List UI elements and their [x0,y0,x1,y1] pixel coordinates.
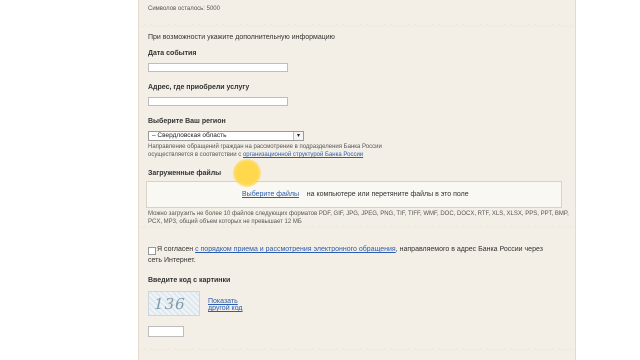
address-label: Адрес, где приобрели услугу [148,84,250,91]
form-panel [138,0,576,360]
region-select[interactable]: – Свердловская область ▾ [148,131,304,141]
region-note-line-2: осуществляется в соответствии с организа… [148,151,363,159]
agree-prefix: Я согласен [157,246,196,253]
region-select-value: – Свердловская область [152,132,227,139]
captcha-label: Введите код с картинки [148,277,231,284]
section-divider [139,24,575,30]
agree-text-line-1: Я согласен с порядком приема и рассмотре… [157,246,543,253]
section-divider [139,348,575,354]
region-note-line-1: Направление обращений граждан на рассмот… [148,144,382,150]
cursor-highlight [233,159,261,187]
file-dropzone[interactable]: Выберите файлы на компьютере или перетян… [146,181,562,208]
captcha-input[interactable] [148,326,184,337]
show-other-code-line-2[interactable]: другой код [208,305,243,312]
agree-checkbox[interactable] [148,247,156,255]
captcha-image-text: 136 [152,295,188,313]
chevron-down-icon[interactable]: ▾ [293,132,303,140]
dropzone-content: Выберите файлы на компьютере или перетян… [242,191,469,198]
region-label: Выберите Ваш регион [148,118,226,125]
agree-procedure-link[interactable]: с порядком приема и рассмотрения электро… [195,246,396,253]
region-note-prefix: осуществляется в соответствии с [148,152,243,158]
org-structure-link[interactable]: организационной структурой Банка России [243,152,363,158]
show-other-code-line-1[interactable]: Показать [208,298,243,305]
show-other-code-link[interactable]: Показать другой код [208,298,243,312]
additional-info-prompt: При возможности укажите дополнительную и… [148,34,335,41]
chars-left-counter: Символов осталось: 5000 [148,6,220,12]
choose-files-link[interactable]: Выберите файлы [242,191,299,198]
dropzone-text: на компьютере или перетяните файлы в это… [306,191,469,198]
upload-note-line-1: Можно загрузить не более 10 файлов следу… [148,211,569,217]
agree-text-line-2: сеть Интернет. [148,257,196,264]
event-date-input[interactable] [148,63,288,72]
address-input[interactable] [148,97,288,106]
upload-note-line-2: PCX, MP3, общий объем которых не превыша… [148,219,302,225]
agree-suffix: , направляемого в адрес Банка России чер… [395,246,543,253]
uploaded-files-label: Загруженные файлы [148,170,222,177]
event-date-label: Дата события [148,50,197,57]
captcha-image: 136 [148,291,200,316]
